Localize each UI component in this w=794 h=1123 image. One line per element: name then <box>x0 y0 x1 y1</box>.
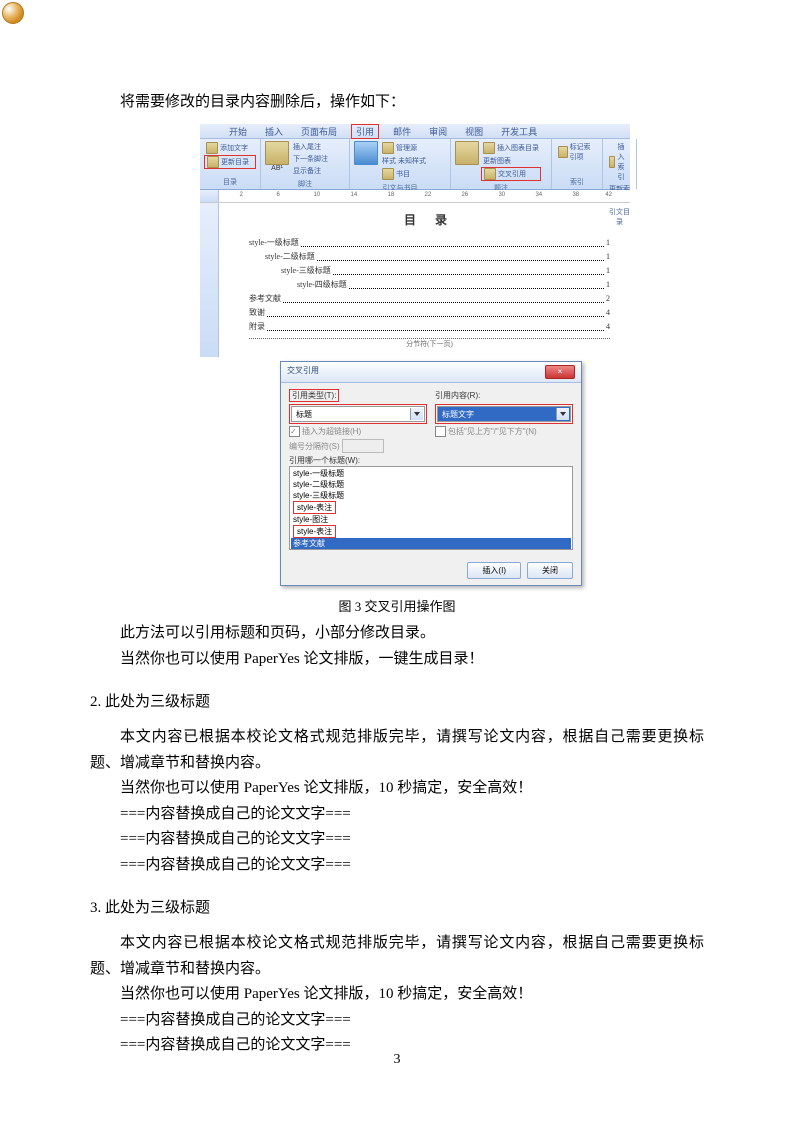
cancel-button[interactable]: 关闭 <box>527 562 573 579</box>
btn-update-toc: 更新目录 <box>221 157 249 167</box>
list-item[interactable]: style-表注 <box>293 525 336 538</box>
btn-style: 样式 未知样式 <box>382 156 426 166</box>
label-which-heading: 引用哪一个标题(W): <box>289 455 573 466</box>
caption-icon <box>455 141 479 165</box>
list-item[interactable]: 致 谢 <box>291 549 571 550</box>
heading-level3: 3. 此处为三级标题 <box>90 896 704 917</box>
vertical-ruler <box>200 203 219 357</box>
placeholder-text: ===内容替换成自己的论文文字=== <box>90 853 704 879</box>
ribbon-body: 添加文字 更新目录 目录 AB¹ 插入尾注 下一条脚注 <box>200 139 630 190</box>
tab-insert: 插入 <box>261 125 287 138</box>
ribbon-tabs: 开始 插入 页面布局 引用 邮件 审阅 视图 开发工具 <box>200 124 630 139</box>
placeholder-text: ===内容替换成自己的论文文字=== <box>90 827 704 853</box>
label-separator: 编号分隔符(S) <box>289 441 340 452</box>
tab-home: 开始 <box>225 125 251 138</box>
btn-insert-idx: 插入索引 <box>617 142 630 182</box>
body-text: 此方法可以引用标题和页码，小部分修改目录。 <box>90 621 704 647</box>
toc-item: 附录 <box>249 320 265 334</box>
body-text: 本文内容已根据本校论文格式规范排版完毕，请撰写论文内容，根据自己需要更换标题、增… <box>90 931 704 982</box>
listbox-headings[interactable]: style-一级标题 style-二级标题 style-三级标题 style-表… <box>289 466 573 550</box>
body-text: 本文内容已根据本校论文格式规范排版完毕，请撰写论文内容，根据自己需要更换标题、增… <box>90 725 704 776</box>
list-item[interactable]: style-图注 <box>291 514 571 525</box>
body-text: 当然你也可以使用 PaperYes 论文排版，10 秒搞定，安全高效！ <box>90 776 704 802</box>
group-index: 索引 <box>556 175 598 187</box>
dialog-title: 交叉引用 <box>287 365 319 379</box>
citation-icon <box>354 141 378 165</box>
list-item-selected[interactable]: 参考文献 <box>291 538 571 549</box>
placeholder-text: ===内容替换成自己的论文文字=== <box>90 802 704 828</box>
figure-word-screenshot: 开始 插入 页面布局 引用 邮件 审阅 视图 开发工具 添加文字 更新目录 目录 <box>200 124 704 586</box>
btn-manage-src: 管理源 <box>396 143 417 153</box>
horizontal-ruler: 2610 141822 263034 3842 <box>200 190 630 203</box>
section-break: 分节符(下一页) <box>249 338 610 349</box>
figure-caption: 图 3 交叉引用操作图 <box>90 596 704 615</box>
input-separator <box>342 439 384 453</box>
doc-heading: 目 录 <box>249 211 610 228</box>
checkbox-above-below[interactable] <box>435 426 446 437</box>
tab-dev: 开发工具 <box>497 125 541 138</box>
btn-show-note: 显示备注 <box>293 166 321 176</box>
btn-mark-index: 标记索引项 <box>570 142 596 162</box>
tab-view: 视图 <box>461 125 487 138</box>
toc-item: style-二级标题 <box>265 250 315 264</box>
toc-item: style-一级标题 <box>249 236 299 250</box>
insert-button[interactable]: 插入(I) <box>467 562 521 579</box>
heading-level3: 2. 此处为三级标题 <box>90 690 704 711</box>
intro-line: 将需要修改的目录内容删除后，操作如下： <box>90 90 704 114</box>
toc-item: 致谢 <box>249 306 265 320</box>
close-button[interactable]: × <box>545 365 575 379</box>
list-item[interactable]: style-二级标题 <box>291 479 571 490</box>
btn-endnote: 插入尾注 <box>293 142 321 152</box>
list-item[interactable]: style-三级标题 <box>293 491 344 500</box>
btn-next-note: 下一条脚注 <box>293 154 328 164</box>
document-page: 目 录 style-一级标题1 style-二级标题1 style-三级标题1 … <box>219 203 630 357</box>
placeholder-text: ===内容替换成自己的论文文字=== <box>90 1008 704 1034</box>
label-ref-content: 引用内容(R): <box>435 390 573 401</box>
label-ref-type: 引用类型(T): <box>289 389 339 402</box>
footnote-icon <box>265 141 289 165</box>
body-text: 当然你也可以使用 PaperYes 论文排版，一键生成目录！ <box>90 647 704 673</box>
body-text: 当然你也可以使用 PaperYes 论文排版，10 秒搞定，安全高效！ <box>90 982 704 1008</box>
toc-item: style-三级标题 <box>281 264 331 278</box>
list-item[interactable]: style-一级标题 <box>291 468 571 479</box>
ab-label: AB¹ <box>265 165 289 172</box>
list-item[interactable]: style-表注 <box>293 501 336 514</box>
label-hyperlink: 插入为超链接(H) <box>302 426 361 437</box>
label-above-below: 包括"见上方"/"见下方"(N) <box>448 426 537 437</box>
btn-insert-fig-toc: 插入图表目录 <box>497 143 539 153</box>
office-button-icon <box>2 2 24 24</box>
group-footnote: 脚注 <box>265 177 345 189</box>
btn-biblio: 书目 <box>396 169 410 179</box>
btn-update-fig: 更新图表 <box>483 156 511 166</box>
toc-item: 参考文献 <box>249 292 281 306</box>
tab-references: 引用 <box>351 124 379 139</box>
tab-mail: 邮件 <box>389 125 415 138</box>
select-ref-content[interactable]: 标题文字 <box>437 406 571 422</box>
tab-review: 审阅 <box>425 125 451 138</box>
btn-add-text: 添加文字 <box>220 143 248 153</box>
btn-cross-ref: 交叉引用 <box>498 169 526 179</box>
select-ref-type[interactable]: 标题 <box>291 406 425 422</box>
tab-layout: 页面布局 <box>297 125 341 138</box>
toc-item: style-四级标题 <box>297 278 347 292</box>
page-number: 3 <box>0 1052 794 1068</box>
cross-reference-dialog: 交叉引用 × 引用类型(T): 引用内容(R): 标题 <box>280 361 582 586</box>
group-toc: 目录 <box>204 175 256 187</box>
checkbox-hyperlink[interactable]: ✓ <box>289 426 300 437</box>
